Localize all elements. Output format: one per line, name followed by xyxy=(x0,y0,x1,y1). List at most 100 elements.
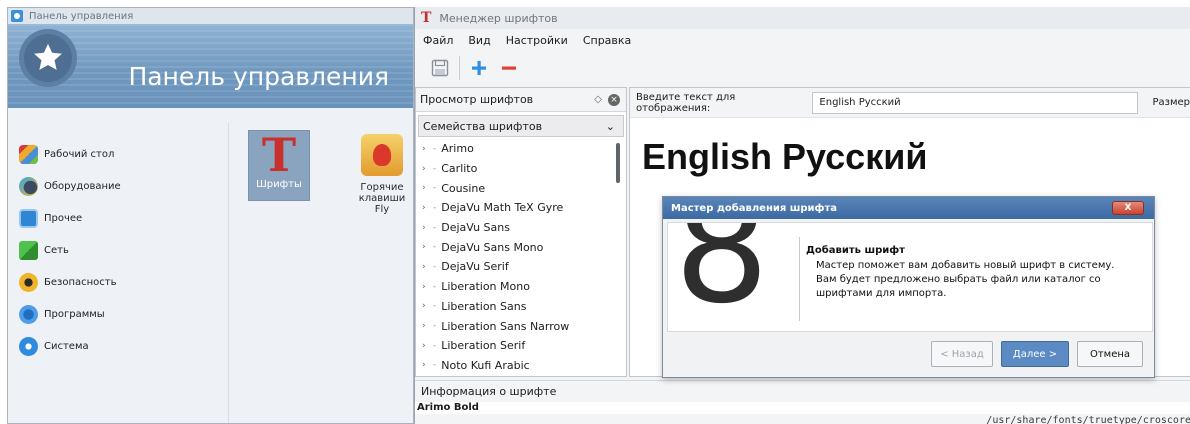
expand-chevron-icon[interactable]: › xyxy=(422,301,430,311)
font-list-item[interactable]: › - Liberation Sans xyxy=(416,297,626,317)
remove-icon xyxy=(502,66,516,70)
font-item-label: Liberation Sans Narrow xyxy=(441,319,570,333)
wizard-separator xyxy=(799,237,800,321)
control-panel-window: Панель управления Панель управления Рабо… xyxy=(7,7,414,424)
font-item-label: Liberation Serif xyxy=(441,339,526,353)
expand-chevron-icon[interactable]: › xyxy=(422,203,430,213)
font-item-label: Arimo xyxy=(441,142,474,156)
control-panel-titlebar: Панель управления xyxy=(8,8,413,24)
font-list-item[interactable]: › - Liberation Sans Narrow xyxy=(416,316,626,336)
control-panel-banner: Панель управления xyxy=(8,24,413,108)
wizard-side-image: 8 xyxy=(668,223,798,332)
font-info-title: Информация о шрифте xyxy=(415,380,1190,402)
font-list-item[interactable]: › - DejaVu Sans xyxy=(416,218,626,238)
font-manager-titlebar: T Менеджер шрифтов xyxy=(415,7,1190,29)
font-list-item[interactable]: › - DejaVu Serif xyxy=(416,257,626,277)
system-icon xyxy=(19,336,38,356)
nav-item-label: Программы xyxy=(44,308,105,320)
fonts-tile-label: Шрифты xyxy=(256,179,302,190)
font-preview-text: English Русский xyxy=(642,136,928,177)
expand-chevron-icon[interactable]: › xyxy=(422,360,430,370)
add-icon xyxy=(472,61,486,75)
desktop-icon xyxy=(19,144,38,164)
next-button[interactable]: Далее > xyxy=(1001,341,1069,367)
sample-text-input[interactable]: English Русский xyxy=(812,91,1139,114)
font-family-list[interactable]: › - Arimo › - Carlito › - Cousine › - DejaVu Mat… xyxy=(416,139,626,375)
menu-view[interactable]: Вид xyxy=(468,34,490,47)
menu-settings[interactable]: Настройки xyxy=(506,34,568,47)
font-list-item[interactable]: › - Liberation Mono xyxy=(416,277,626,297)
other-icon xyxy=(19,208,38,228)
nav-item-hardware[interactable]: Оборудование xyxy=(8,170,228,202)
font-list-item[interactable]: › - Arimo xyxy=(416,139,626,159)
nav-item-desktop[interactable]: Рабочий стол xyxy=(8,138,228,170)
font-list-item[interactable]: › - DejaVu Math TeX Gyre xyxy=(416,198,626,218)
hotkeys-tile[interactable]: Горячие клавиши Fly xyxy=(351,130,413,215)
fonts-tile[interactable]: T Шрифты xyxy=(248,130,310,201)
nav-divider xyxy=(228,123,229,423)
add-font-button[interactable] xyxy=(468,57,490,79)
font-list-item[interactable]: › - DejaVu Sans Mono xyxy=(416,237,626,257)
expand-chevron-icon[interactable]: › xyxy=(422,144,430,154)
font-browser-header: Просмотр шрифтов ◇ × xyxy=(416,88,626,112)
nav-item-label: Безопасность xyxy=(44,276,117,288)
menu-file[interactable]: Файл xyxy=(423,34,453,47)
expand-chevron-icon[interactable]: › xyxy=(422,223,430,233)
font-info-panel: Информация о шрифте Arimo Bold /usr/shar… xyxy=(415,380,1190,424)
size-label: Размер xyxy=(1152,97,1190,108)
back-button[interactable]: < Назад xyxy=(931,341,993,367)
font-list-item[interactable]: › - Carlito xyxy=(416,159,626,179)
nav-item-security[interactable]: Безопасность xyxy=(8,266,228,298)
nav-item-system[interactable]: Система xyxy=(8,330,228,362)
float-panel-icon[interactable]: ◇ xyxy=(594,94,602,105)
toolbar-separator xyxy=(459,56,460,80)
expand-chevron-icon[interactable]: › xyxy=(422,164,430,174)
font-item-label: DejaVu Sans xyxy=(441,221,510,235)
save-button[interactable] xyxy=(429,57,451,79)
font-info-path: /usr/share/fonts/truetype/croscore xyxy=(986,415,1190,424)
font-item-label: Noto Kufi Arabic xyxy=(441,358,530,372)
menubar: Файл Вид Настройки Справка xyxy=(415,29,1190,51)
font-families-select[interactable]: Семейства шрифтов ⌄ xyxy=(418,115,624,137)
font-item-label: DejaVu Sans Mono xyxy=(441,240,544,254)
font-browser-title: Просмотр шрифтов xyxy=(420,93,534,106)
close-panel-icon[interactable]: × xyxy=(608,93,620,106)
wizard-titlebar: Мастер добавления шрифта X xyxy=(663,197,1154,219)
expand-chevron-icon[interactable]: › xyxy=(422,321,430,331)
nav-item-other[interactable]: Прочее xyxy=(8,202,228,234)
font-list-scrollbar[interactable] xyxy=(616,143,620,183)
font-list-item[interactable]: › - Liberation Serif xyxy=(416,336,626,356)
wizard-art-glyph: 8 xyxy=(674,223,770,332)
expand-chevron-icon[interactable]: › xyxy=(422,242,430,252)
font-info-name: Arimo Bold xyxy=(415,402,1190,414)
font-item-label: Liberation Sans xyxy=(441,299,527,313)
nav-item-programs[interactable]: Программы xyxy=(8,298,228,330)
menu-help[interactable]: Справка xyxy=(583,34,631,47)
remove-font-button[interactable] xyxy=(498,57,520,79)
wizard-desc-line: Мастер поможет вам добавить новый шрифт … xyxy=(816,260,1115,271)
expand-chevron-icon[interactable]: › xyxy=(422,183,430,193)
font-item-label: DejaVu Serif xyxy=(441,260,509,274)
hotkeys-tile-label: Горячие клавиши Fly xyxy=(358,182,406,215)
expand-chevron-icon[interactable]: › xyxy=(422,282,430,292)
nav-item-label: Прочее xyxy=(44,212,83,224)
wizard-description: Мастер поможет вам добавить новый шрифт … xyxy=(816,259,1146,301)
wizard-close-button[interactable]: X xyxy=(1112,201,1144,215)
expand-chevron-icon[interactable]: › xyxy=(422,341,430,351)
font-list-item[interactable]: › - Cousine xyxy=(416,178,626,198)
wizard-body: 8 Добавить шрифт Мастер поможет вам доба… xyxy=(667,222,1153,332)
nav-item-network[interactable]: Сеть xyxy=(8,234,228,266)
star-logo-icon xyxy=(24,34,72,82)
control-panel-app-icon xyxy=(11,10,23,22)
font-item-label: DejaVu Math TeX Gyre xyxy=(441,201,564,215)
sample-text-label: Введите текст для отображения: xyxy=(636,91,736,114)
wizard-desc-line: Вам будет предложено выбрать файл или ка… xyxy=(816,274,1101,299)
save-icon xyxy=(431,59,449,77)
control-panel-window-title: Панель управления xyxy=(29,10,134,22)
font-list-item[interactable]: › - Noto Kufi Arabic xyxy=(416,356,626,375)
toolbar xyxy=(415,51,1190,85)
expand-chevron-icon[interactable]: › xyxy=(422,262,430,272)
cancel-button[interactable]: Отмена xyxy=(1077,341,1143,367)
nav-item-label: Система xyxy=(44,340,89,352)
chevron-down-icon: ⌄ xyxy=(605,119,615,133)
